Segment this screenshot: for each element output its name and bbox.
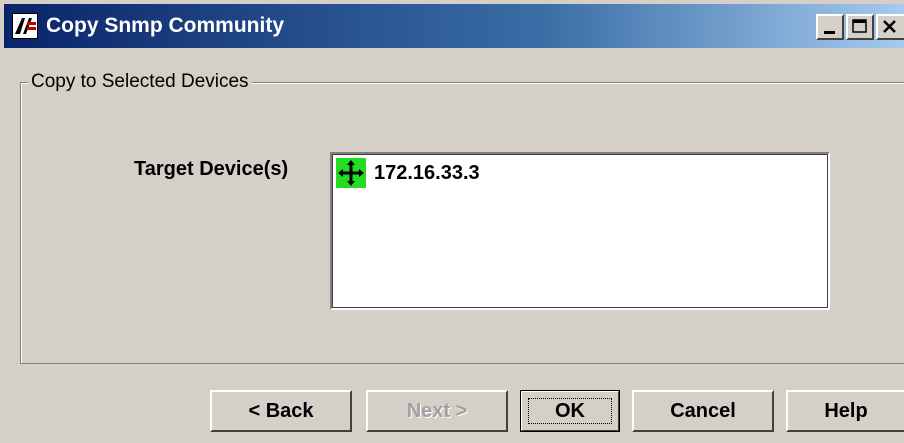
list-item[interactable]: 172.16.33.3: [336, 158, 480, 188]
next-button[interactable]: Next >: [366, 390, 508, 432]
back-button[interactable]: < Back: [210, 390, 352, 432]
window-title: Copy Snmp Community: [46, 14, 285, 37]
app-logo-icon: [12, 13, 38, 39]
minimize-icon: [824, 31, 835, 34]
focus-ring: [528, 398, 612, 424]
device-address: 172.16.33.3: [374, 162, 480, 184]
close-button[interactable]: [876, 14, 904, 40]
cancel-button[interactable]: Cancel: [632, 390, 774, 432]
maximize-button[interactable]: [846, 14, 874, 40]
target-devices-label: Target Device(s): [134, 158, 289, 180]
help-button[interactable]: Help: [786, 390, 904, 432]
device-move-icon: [336, 158, 366, 188]
dialog-window: Copy Snmp Community Copy to Selected Dev…: [0, 0, 904, 443]
close-icon: [883, 20, 896, 33]
minimize-button[interactable]: [816, 14, 844, 40]
group-legend: Copy to Selected Devices: [28, 69, 252, 95]
maximize-icon: [852, 19, 867, 33]
title-bar[interactable]: Copy Snmp Community: [4, 4, 904, 48]
ok-button[interactable]: OK: [520, 390, 620, 432]
target-device-list[interactable]: 172.16.33.3: [330, 152, 830, 310]
